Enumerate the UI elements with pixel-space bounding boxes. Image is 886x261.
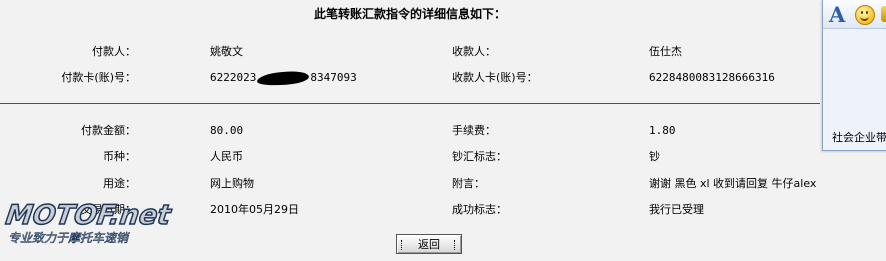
currency-value: 人民币 bbox=[210, 150, 243, 163]
remark-value: 谢谢 黑色 xl 收到请回复 牛仔alex bbox=[649, 177, 817, 190]
toolbar-extra-icon[interactable] bbox=[881, 6, 886, 22]
payee-card-value: 6228480083128666316 bbox=[649, 71, 775, 84]
watermark-main-text: MOTOF.net bbox=[3, 199, 173, 232]
payee-card-label: 收款人卡(账)号： bbox=[452, 71, 538, 84]
cash-flag-label: 钞汇标志： bbox=[452, 150, 507, 163]
fee-label: 手续费： bbox=[452, 124, 496, 137]
amount-row: 付款金额： 80.00 手续费： 1.80 bbox=[0, 122, 820, 140]
payer-card-value: 6222023 8347093 bbox=[210, 69, 357, 87]
page-title: 此笔转账汇款指令的详细信息如下： bbox=[313, 7, 506, 21]
remark-label: 附言： bbox=[452, 177, 485, 190]
payer-name-row: 付款人： 姚敬文 收款人： 伍仕杰 bbox=[0, 43, 820, 61]
currency-label: 币种： bbox=[103, 150, 136, 163]
purpose-label: 用途： bbox=[103, 177, 136, 190]
fee-value: 1.80 bbox=[649, 124, 676, 137]
status-label: 成功标志： bbox=[452, 203, 507, 216]
status-value: 我行已受理 bbox=[649, 203, 704, 216]
payer-card-suffix: 8347093 bbox=[310, 71, 357, 84]
transfer-detail-page: 此笔转账汇款指令的详细信息如下： 付款人： 姚敬文 收款人： 伍仕杰 付款卡(账… bbox=[0, 0, 886, 261]
amount-value: 80.00 bbox=[210, 124, 244, 137]
purpose-row: 用途： 网上购物 附言： 谢谢 黑色 xl 收到请回复 牛仔alex bbox=[0, 175, 820, 193]
payee-name-value: 伍仕杰 bbox=[649, 45, 682, 58]
purpose-value: 网上购物 bbox=[210, 177, 254, 190]
card-number-row: 付款卡(账)号： 6222023 8347093 收款人卡(账)号： 622848… bbox=[0, 69, 820, 87]
section-divider bbox=[0, 103, 820, 104]
popup-text[interactable]: 社会企业带 bbox=[832, 129, 886, 145]
payer-card-prefix: 6222023 bbox=[210, 71, 257, 84]
payer-name-label: 付款人： bbox=[92, 45, 136, 58]
payee-name-label: 收款人： bbox=[452, 45, 496, 58]
popup-toolbar: A bbox=[823, 0, 886, 29]
watermark-logo: MOTOF.net 专业致力于摩托车速销 bbox=[3, 199, 179, 250]
payer-name-value: 姚敬文 bbox=[210, 45, 243, 58]
date-value: 2010年05月29日 bbox=[210, 203, 299, 216]
amount-label: 付款金额： bbox=[81, 124, 136, 137]
font-icon[interactable]: A bbox=[829, 2, 845, 27]
smiley-icon[interactable] bbox=[855, 5, 875, 25]
watermark-sub-text: 专业致力于摩托车速销 bbox=[8, 231, 129, 246]
side-popup-panel: A 社会企业带 bbox=[822, 0, 886, 151]
cash-flag-value: 钞 bbox=[649, 150, 660, 163]
currency-row: 币种： 人民币 钞汇标志： 钞 bbox=[0, 148, 820, 166]
payer-card-label: 付款卡(账)号： bbox=[61, 71, 136, 84]
back-button[interactable]: 返回 bbox=[396, 234, 462, 254]
redaction-mark bbox=[257, 72, 309, 85]
smiley-mouth bbox=[860, 14, 869, 21]
